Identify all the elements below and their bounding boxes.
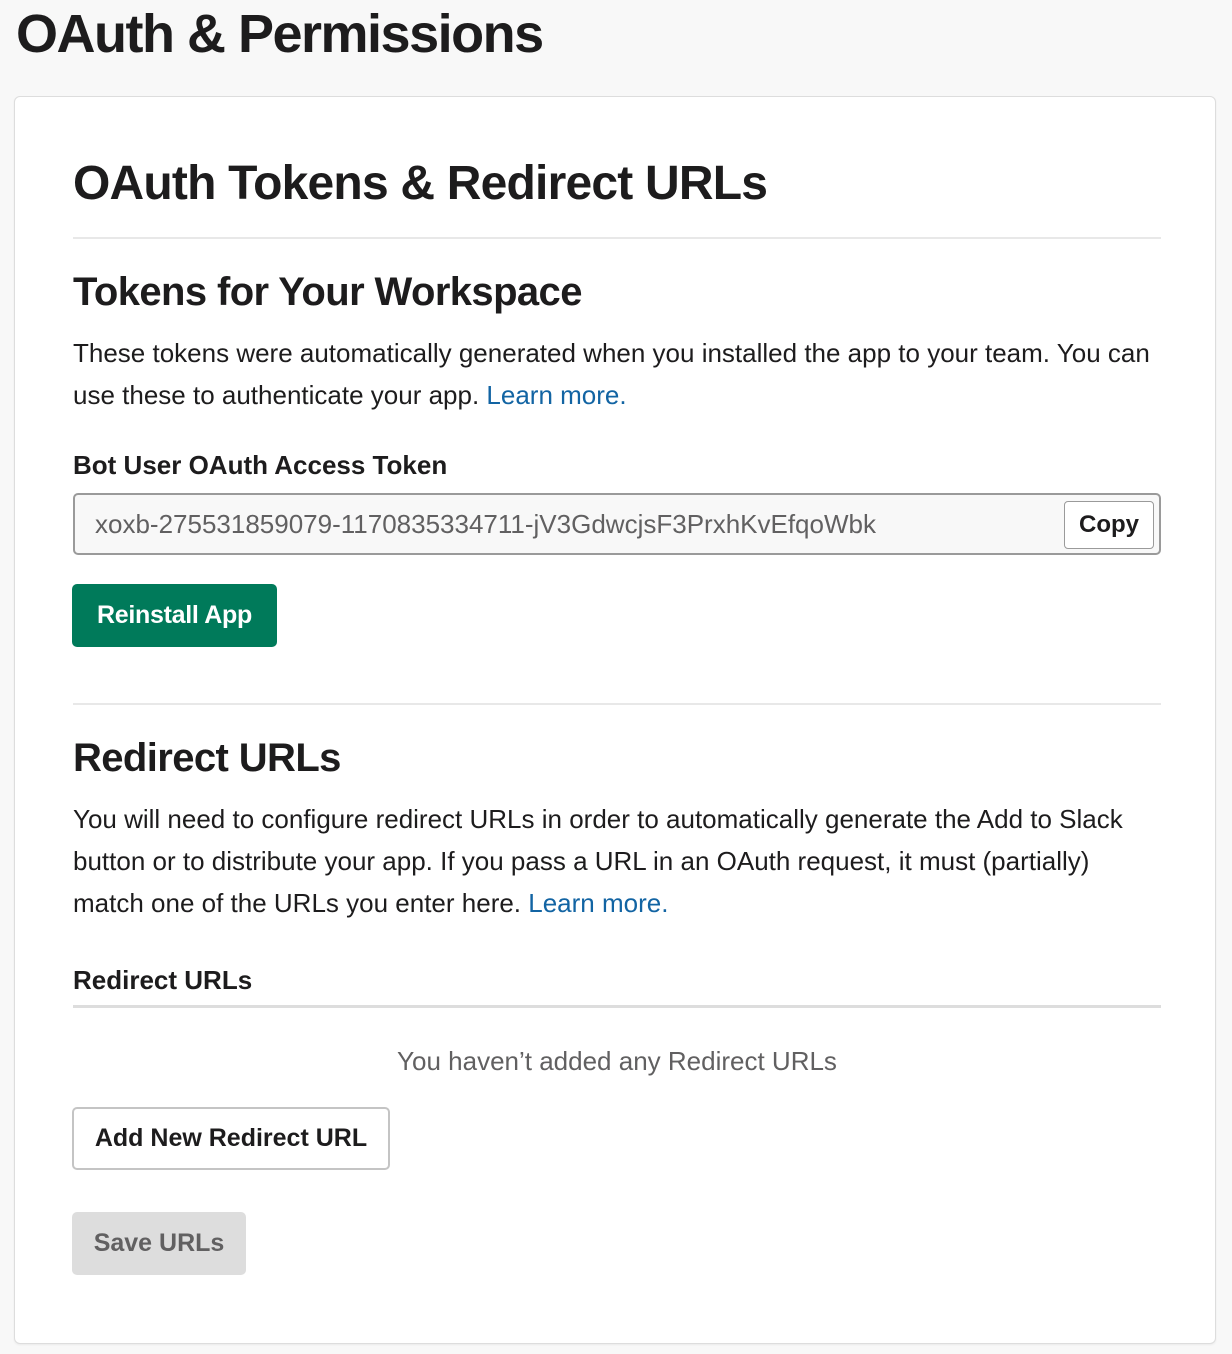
redirects-description: You will need to configure redirect URLs… [73,798,1163,924]
oauth-section-title: OAuth Tokens & Redirect URLs [73,157,768,210]
bot-token-label: Bot User OAuth Access Token [73,450,448,480]
copy-button[interactable]: Copy [1064,501,1154,549]
redirect-urls-list-label: Redirect URLs [73,965,253,995]
bot-token-field[interactable]: xoxb-275531859079-1170835334711-jV3Gdwcj… [73,493,1161,555]
redirect-urls-list-rule [73,1005,1161,1008]
oauth-card: OAuth Tokens & Redirect URLs Tokens for … [14,96,1216,1344]
tokens-title: Tokens for Your Workspace [73,270,582,314]
section-divider [73,703,1161,705]
tokens-description: These tokens were automatically generate… [73,332,1163,416]
redirect-urls-empty-state: You haven’t added any Redirect URLs [397,1046,837,1076]
redirects-learn-more-link[interactable]: Learn more. [528,888,668,918]
tokens-learn-more-link[interactable]: Learn more. [486,380,626,410]
section-divider [73,237,1161,239]
redirects-title: Redirect URLs [73,736,341,780]
add-redirect-url-button[interactable]: Add New Redirect URL [72,1107,390,1170]
save-urls-button[interactable]: Save URLs [72,1212,246,1275]
reinstall-app-button[interactable]: Reinstall App [72,584,277,647]
bot-token-value[interactable]: xoxb-275531859079-1170835334711-jV3Gdwcj… [95,507,876,541]
page-title: OAuth & Permissions [16,4,544,64]
